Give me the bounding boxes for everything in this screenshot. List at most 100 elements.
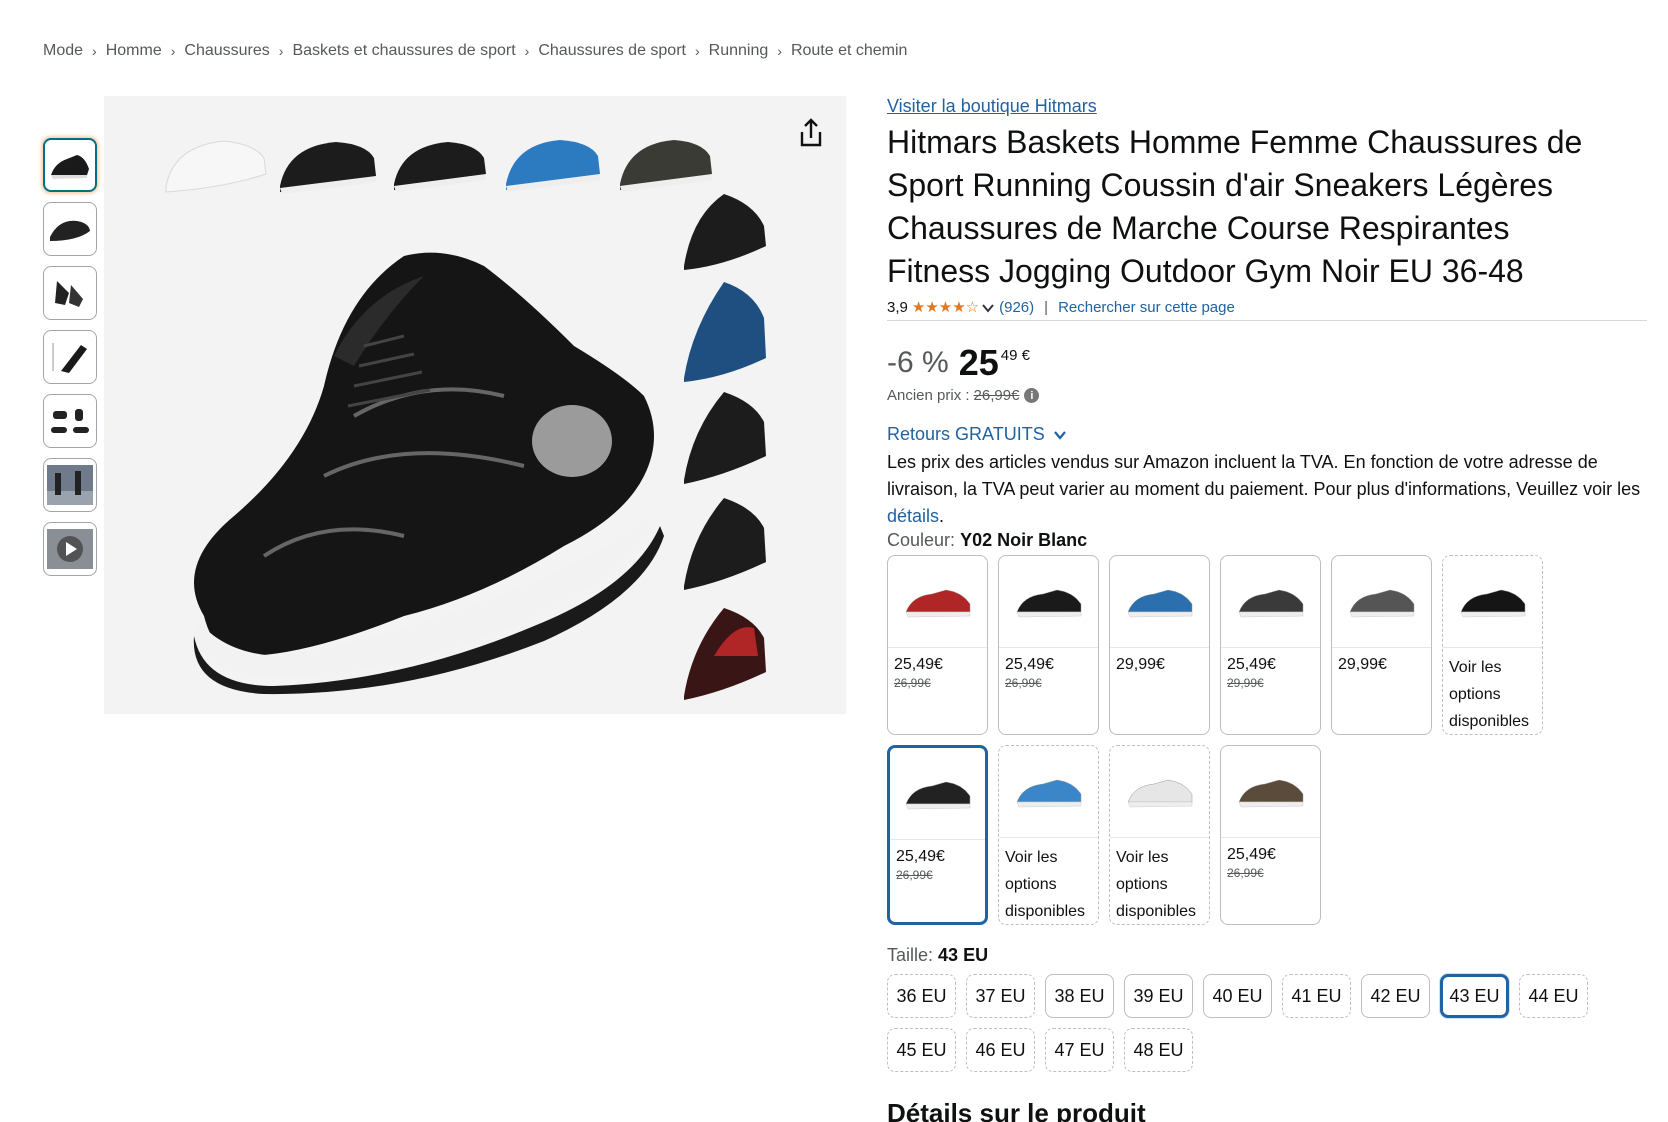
size-option[interactable]: 38 EU <box>1045 974 1114 1018</box>
color-label-row: Couleur: Y02 Noir Blanc <box>887 530 1647 551</box>
product-title: Hitmars Baskets Homme Femme Chaussures d… <box>887 124 1583 289</box>
swatch-image <box>1221 746 1320 838</box>
thumbnail-4[interactable] <box>43 330 97 384</box>
search-page-link[interactable]: Rechercher sur cette page <box>1058 299 1235 316</box>
rating-value: 3,9 <box>887 299 908 316</box>
color-swatches: 25,49€ 26,99€ 25,49€ 26,99€ 29,99€ 25,49€ 29,9… <box>887 555 1567 935</box>
swatch-price: 25,49€ <box>1227 846 1276 863</box>
swatch-price: 25,49€ <box>1005 656 1054 673</box>
breadcrumb-separator: › <box>777 43 782 59</box>
swatch-old-price: 29,99€ <box>1227 676 1264 690</box>
color-swatch[interactable]: 25,49€ 26,99€ <box>998 555 1099 735</box>
swatch-price: 25,49€ <box>896 848 945 865</box>
share-icon[interactable] <box>794 116 828 150</box>
store-link[interactable]: Visiter la boutique Hitmars <box>887 96 1097 117</box>
swatch-image <box>999 746 1098 838</box>
swatch-image <box>1110 556 1209 648</box>
size-label: Taille: <box>887 945 934 965</box>
price-whole: 25 <box>958 342 999 383</box>
swatch-image <box>890 748 985 840</box>
color-selected: Y02 Noir Blanc <box>960 530 1088 550</box>
price-fraction: 49 € <box>1000 347 1030 364</box>
breadcrumb-item-baskets[interactable]: Baskets et chaussures de sport <box>292 42 515 60</box>
color-swatch[interactable]: 25,49€ 26,99€ <box>887 745 988 925</box>
size-option[interactable]: 42 EU <box>1361 974 1430 1018</box>
swatch-image <box>999 556 1098 648</box>
swatch-options-text: Voir les options disponibles <box>1005 849 1086 920</box>
swatch-image <box>1110 746 1209 838</box>
size-option[interactable]: 40 EU <box>1203 974 1272 1018</box>
color-swatch[interactable]: Voir les options disponibles <box>1109 745 1210 925</box>
thumbnail-3[interactable] <box>43 266 97 320</box>
size-options: 36 EU 37 EU 38 EU 39 EU 40 EU 41 EU 42 EU 43 EU… <box>887 974 1607 1082</box>
size-option[interactable]: 47 EU <box>1045 1028 1114 1072</box>
chevron-down-icon[interactable] <box>981 301 995 315</box>
size-option[interactable]: 44 EU <box>1519 974 1588 1018</box>
color-swatch[interactable]: Voir les options disponibles <box>1442 555 1543 735</box>
star-icon: ★ <box>952 299 966 316</box>
size-option[interactable]: 37 EU <box>966 974 1035 1018</box>
color-swatch[interactable]: 25,49€ 26,99€ <box>1220 745 1321 925</box>
old-price-value: 26,99€ <box>973 387 1020 404</box>
discount-percent: -6 % <box>887 346 949 379</box>
size-selected: 43 EU <box>938 945 989 965</box>
swatch-image <box>888 556 987 648</box>
thumbnail-strip <box>43 138 97 586</box>
breadcrumb-item-homme[interactable]: Homme <box>106 42 162 60</box>
free-returns-link[interactable]: Retours GRATUITS <box>887 424 1647 445</box>
breadcrumb-item-running[interactable]: Running <box>709 42 769 60</box>
rating-count-link[interactable]: (926) <box>999 299 1034 316</box>
vat-end: . <box>939 506 945 526</box>
breadcrumb: Mode › Homme › Chaussures › Baskets et c… <box>43 42 907 60</box>
star-icon: ★ <box>925 299 939 316</box>
info-icon[interactable]: i <box>1024 388 1040 403</box>
size-option[interactable]: 48 EU <box>1124 1028 1193 1072</box>
thumbnail-1[interactable] <box>43 138 97 192</box>
thumbnail-video[interactable] <box>43 522 97 576</box>
rating-row: 3,9 ★ ★ ★ ★ ☆ (926) | Rechercher sur cet… <box>887 299 1647 321</box>
main-product-image[interactable] <box>104 96 846 714</box>
swatch-price: 29,99€ <box>1338 656 1387 673</box>
old-price-row: Ancien prix : 26,99€ i <box>887 387 1647 404</box>
details-heading: Détails sur le produit <box>887 1098 1146 1122</box>
breadcrumb-separator: › <box>278 43 284 59</box>
divider: | <box>1044 299 1049 316</box>
thumbnail-5[interactable] <box>43 394 97 448</box>
color-swatch[interactable]: 29,99€ <box>1331 555 1432 735</box>
free-returns-label: Retours GRATUITS <box>887 424 1045 444</box>
star-rating[interactable]: ★ ★ ★ ★ ☆ <box>912 300 979 315</box>
size-option[interactable]: 41 EU <box>1282 974 1351 1018</box>
breadcrumb-separator: › <box>694 43 700 59</box>
old-price-label: Ancien prix : <box>887 387 970 404</box>
swatch-options-text: Voir les options disponibles <box>1449 659 1530 730</box>
breadcrumb-item-chaussures-sport[interactable]: Chaussures de sport <box>538 42 686 60</box>
size-option[interactable]: 36 EU <box>887 974 956 1018</box>
color-swatch[interactable]: 25,49€ 26,99€ <box>887 555 988 735</box>
breadcrumb-item-chaussures[interactable]: Chaussures <box>184 42 269 60</box>
swatch-options-text: Voir les options disponibles <box>1116 849 1197 920</box>
thumbnail-2[interactable] <box>43 202 97 256</box>
color-swatch[interactable]: Voir les options disponibles <box>998 745 1099 925</box>
size-option[interactable]: 43 EU <box>1440 974 1509 1018</box>
vat-text: Les prix des articles vendus sur Amazon … <box>887 452 1641 499</box>
thumbnail-6[interactable] <box>43 458 97 512</box>
color-label: Couleur: <box>887 530 956 550</box>
breadcrumb-item-mode[interactable]: Mode <box>43 42 83 60</box>
swatch-old-price: 26,99€ <box>1227 866 1264 880</box>
vat-notice: Les prix des articles vendus sur Amazon … <box>887 449 1647 530</box>
details-link[interactable]: détails <box>887 506 939 526</box>
color-swatch[interactable]: 29,99€ <box>1109 555 1210 735</box>
star-icon: ★ <box>911 299 926 316</box>
size-option[interactable]: 39 EU <box>1124 974 1193 1018</box>
swatch-old-price: 26,99€ <box>894 676 931 690</box>
size-option[interactable]: 46 EU <box>966 1028 1035 1072</box>
size-option[interactable]: 45 EU <box>887 1028 956 1072</box>
swatch-price: 25,49€ <box>1227 656 1276 673</box>
product-info: Visiter la boutique Hitmars Hitmars Bask… <box>887 96 1647 1122</box>
breadcrumb-item-route[interactable]: Route et chemin <box>791 42 908 60</box>
swatch-old-price: 26,99€ <box>1005 676 1042 690</box>
swatch-image <box>1443 556 1542 648</box>
color-swatch[interactable]: 25,49€ 29,99€ <box>1220 555 1321 735</box>
price-row: -6 % 25 49 € <box>887 343 1647 383</box>
swatch-old-price: 26,99€ <box>896 868 933 882</box>
